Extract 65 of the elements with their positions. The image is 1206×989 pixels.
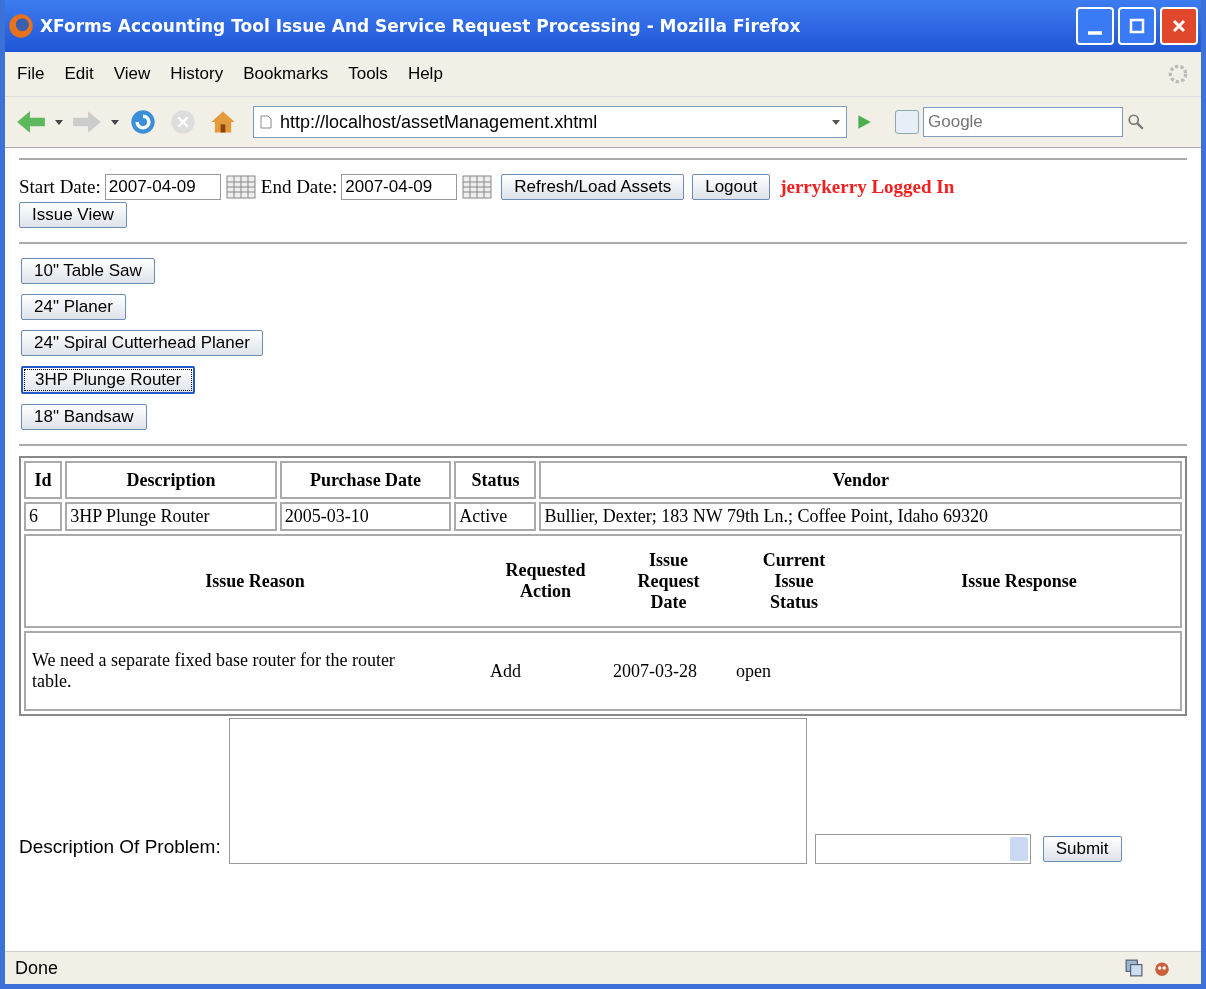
go-arrow-icon[interactable] bbox=[855, 113, 873, 131]
page-icon bbox=[260, 115, 272, 129]
issue-view-button[interactable]: Issue View bbox=[19, 202, 127, 228]
column-header: Status bbox=[454, 461, 537, 499]
window-title: XForms Accounting Tool Issue And Service Request Processing - Mozilla Firefox bbox=[40, 16, 802, 36]
menu-item[interactable]: View bbox=[113, 64, 151, 84]
throbber-icon bbox=[1167, 63, 1189, 85]
table-cell: Active bbox=[454, 502, 537, 531]
globe-icon bbox=[8, 13, 34, 39]
dropdown-arrow-icon[interactable] bbox=[111, 119, 119, 125]
column-header: Current Issue Status bbox=[762, 549, 826, 613]
asset-button[interactable]: 24" Spiral Cutterhead Planer bbox=[21, 330, 263, 356]
logout-button[interactable]: Logout bbox=[692, 174, 771, 200]
bug-icon[interactable] bbox=[1153, 959, 1171, 977]
table-cell: open bbox=[736, 660, 771, 681]
address-field[interactable]: http://localhost/assetManagement.xhtml bbox=[253, 106, 847, 138]
window-icon[interactable] bbox=[1125, 959, 1143, 977]
close-button[interactable] bbox=[1160, 7, 1198, 45]
asset-button[interactable]: 10" Table Saw bbox=[21, 258, 155, 284]
maximize-icon bbox=[1127, 16, 1147, 36]
minimize-button[interactable] bbox=[1076, 7, 1114, 45]
problem-label: Description Of Problem: bbox=[19, 836, 221, 859]
asset-button[interactable]: 18" Bandsaw bbox=[21, 404, 147, 430]
table-cell: Bullier, Dexter; 183 NW 79th Ln.; Coffee Point, Idaho 69320 bbox=[539, 502, 1182, 531]
menu-item[interactable]: Tools bbox=[348, 64, 388, 84]
status-text: Done bbox=[15, 957, 59, 979]
login-status: jerrykerry Logged In bbox=[780, 176, 955, 198]
table-cell: 6 bbox=[24, 502, 63, 531]
column-header: Purchase Date bbox=[279, 461, 452, 499]
dropdown-field[interactable] bbox=[814, 834, 1031, 864]
search-engine-icon[interactable] bbox=[895, 110, 919, 134]
column-header: Issue Response bbox=[961, 570, 1077, 592]
start-date-field[interactable]: 2007-04-09 bbox=[104, 174, 221, 200]
calendar-icon[interactable] bbox=[224, 175, 257, 199]
table-cell: 2005-03-10 bbox=[279, 502, 452, 531]
table-cell: 2007-03-28 bbox=[613, 660, 697, 681]
table-cell-text: We need a separate fixed base router for the router table. bbox=[32, 650, 396, 692]
menu-item[interactable]: Edit bbox=[64, 64, 94, 84]
url-text: http://localhost/assetManagement.xhtml bbox=[280, 111, 598, 133]
end-date-field[interactable]: 2007-04-09 bbox=[341, 174, 458, 200]
table-cell: 3HP Plunge Router bbox=[65, 502, 277, 531]
column-header: Issue Reason bbox=[205, 570, 305, 592]
maximize-button[interactable] bbox=[1118, 7, 1156, 45]
menu-item[interactable]: File bbox=[17, 64, 45, 84]
column-header: Description bbox=[65, 461, 277, 499]
menu-item[interactable]: Bookmarks bbox=[243, 64, 329, 84]
asset-button[interactable]: 3HP Plunge Router bbox=[21, 366, 196, 394]
table-cell: Add bbox=[490, 660, 521, 681]
submit-button[interactable]: Submit bbox=[1042, 836, 1122, 862]
calendar-icon[interactable] bbox=[461, 175, 494, 199]
menu-item[interactable]: Help bbox=[407, 64, 443, 84]
search-field[interactable]: Google bbox=[923, 107, 1123, 137]
refresh-button[interactable]: Refresh/Load Assets bbox=[501, 174, 685, 200]
minimize-icon bbox=[1088, 31, 1102, 35]
menu-item[interactable]: History bbox=[170, 64, 224, 84]
search-icon[interactable] bbox=[1127, 113, 1145, 131]
column-header: Id bbox=[24, 461, 63, 499]
dropdown-arrow-icon[interactable] bbox=[55, 119, 63, 125]
end-date-label: End Date: bbox=[260, 176, 338, 198]
asset-button[interactable]: 24" Planer bbox=[21, 294, 126, 320]
dropdown-arrow-icon[interactable] bbox=[832, 119, 840, 125]
column-header: Requested Action bbox=[505, 560, 586, 602]
column-header: Vendor bbox=[539, 461, 1182, 499]
start-date-label: Start Date: bbox=[19, 176, 101, 198]
column-header: Issue Request Date bbox=[637, 549, 700, 613]
